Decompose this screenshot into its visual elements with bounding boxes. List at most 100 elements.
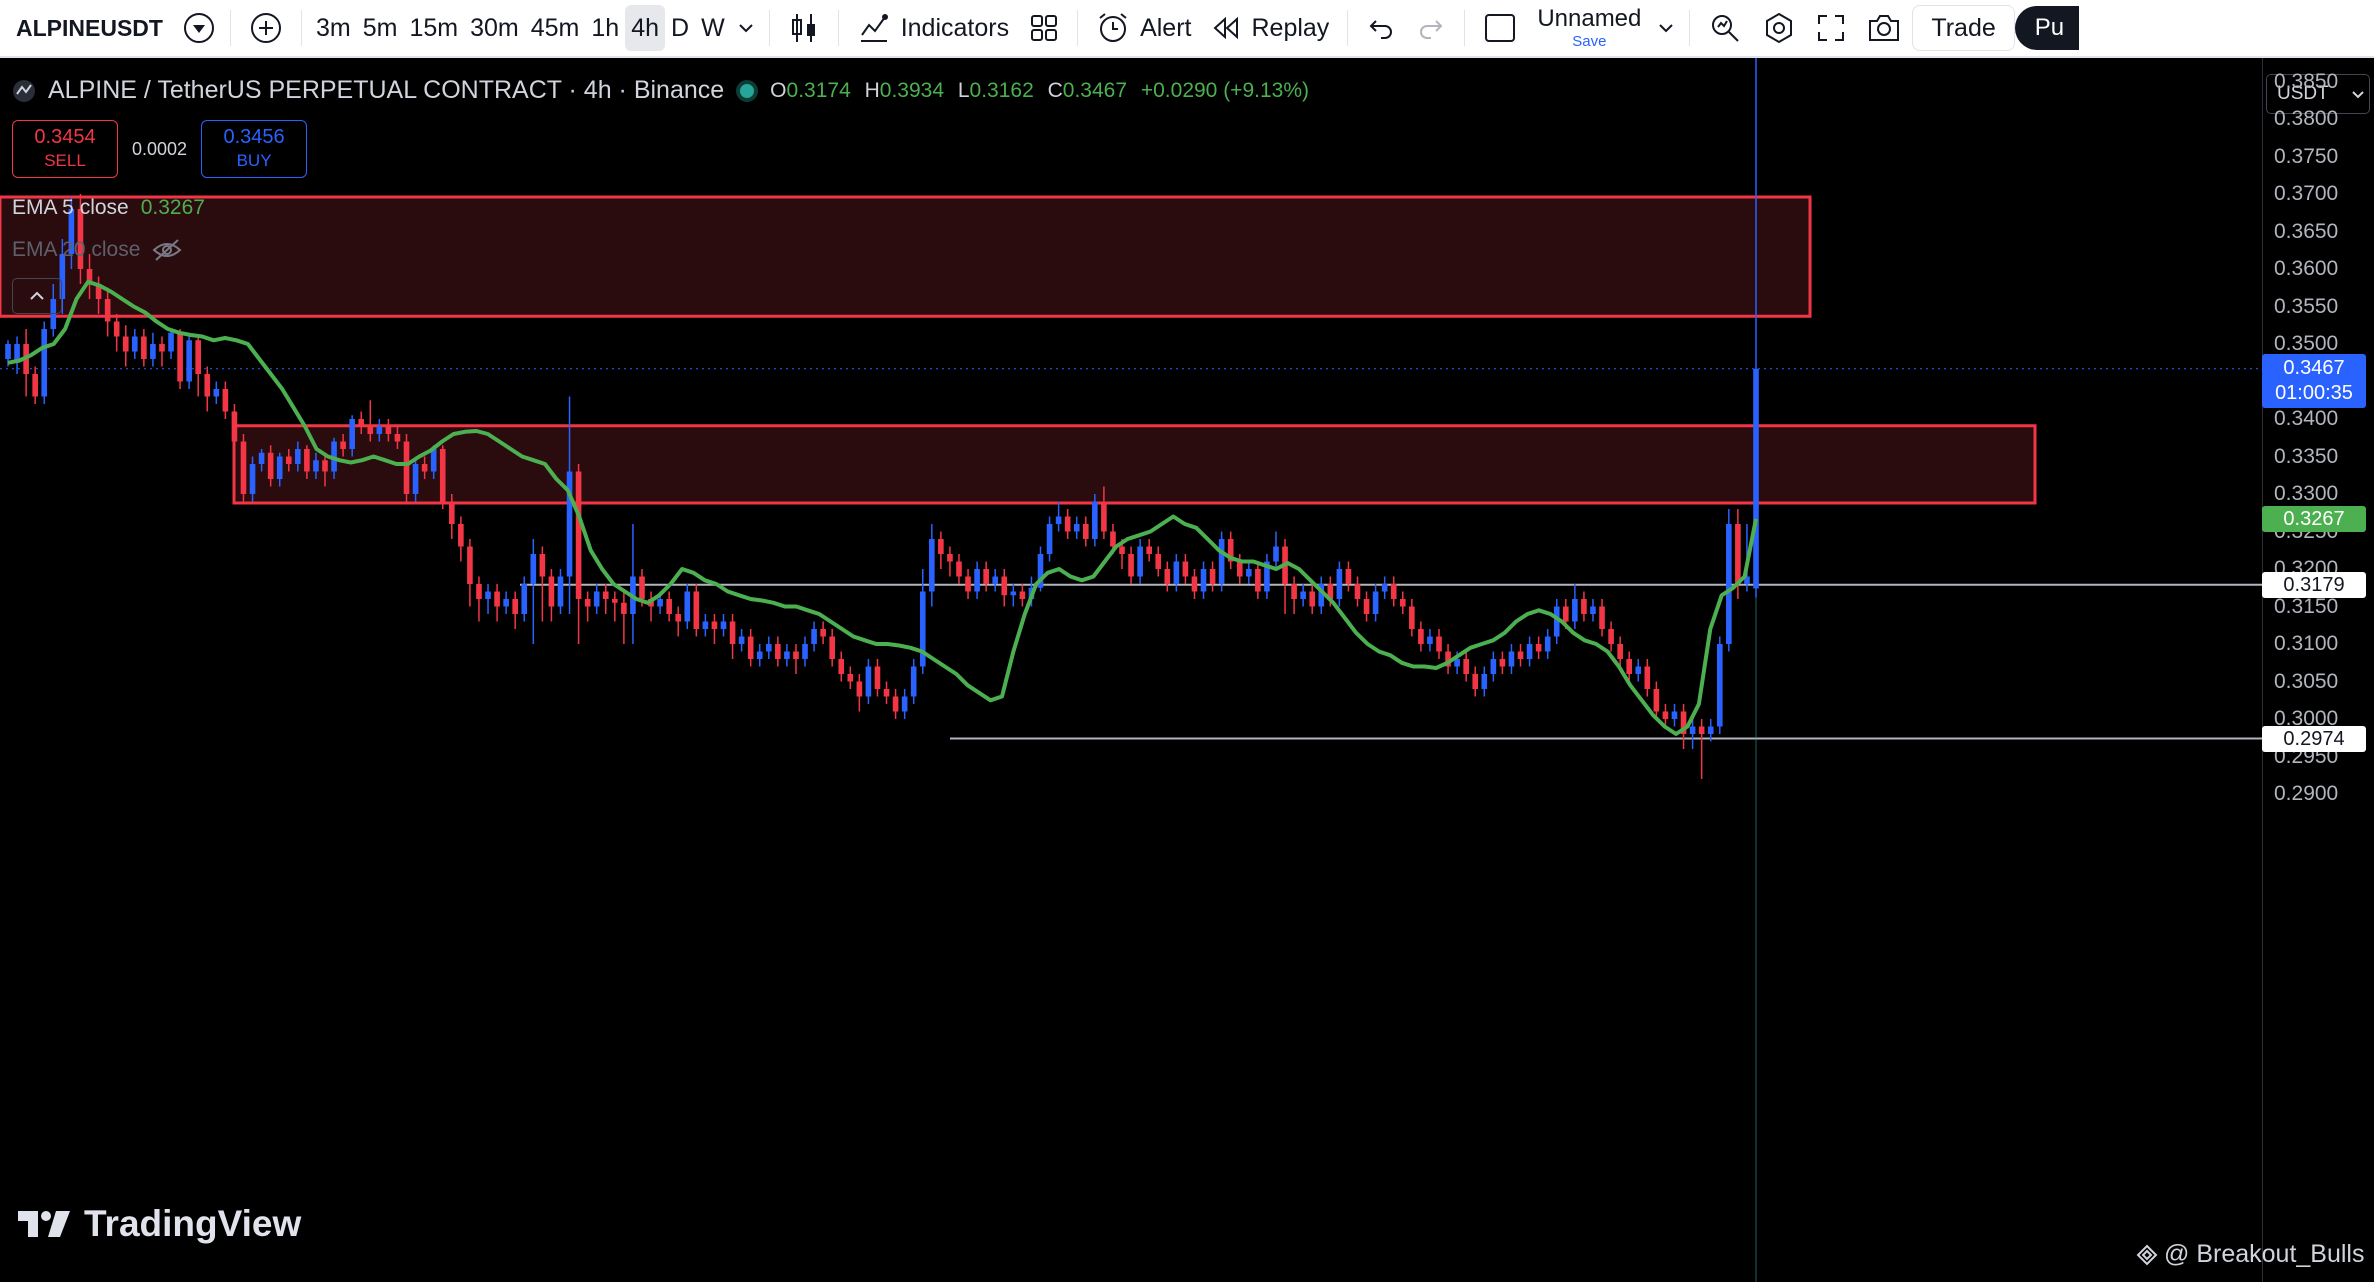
rewind-icon (1213, 16, 1239, 40)
interval-1h[interactable]: 1h (585, 5, 625, 51)
ema20-legend[interactable]: EMA 20 close (12, 238, 182, 262)
candle-body (657, 599, 663, 607)
change-value: +0.0290 (+9.13%) (1140, 78, 1309, 102)
candle-body (1191, 576, 1198, 592)
buy-button[interactable]: 0.3456 BUY (201, 120, 308, 178)
candle-body (1209, 569, 1216, 584)
candle-body (1092, 501, 1098, 539)
interval-15m[interactable]: 15m (403, 5, 464, 51)
layout-name-button[interactable]: Unnamed Save (1527, 5, 1651, 51)
candle-body (1707, 726, 1714, 734)
price-scale-label: 0.3800 (2274, 107, 2339, 130)
indicators-button[interactable]: Indicators (847, 5, 1019, 51)
candle-body (1155, 554, 1162, 569)
candle-body (1073, 524, 1080, 532)
symbol-options-button[interactable] (176, 5, 222, 51)
price-chart[interactable] (0, 58, 2262, 1282)
candle-body (512, 599, 518, 614)
interval-d[interactable]: D (665, 5, 695, 51)
interval-30m[interactable]: 30m (464, 5, 525, 51)
candle-body (1517, 651, 1524, 659)
chart-type-button[interactable] (778, 5, 830, 51)
top-toolbar: ALPINEUSDT 3m 5m 15m 30m 45m 1h 4h D W I… (0, 0, 2374, 58)
layout-select-checkbox[interactable] (1473, 5, 1527, 51)
compare-symbol-button[interactable] (239, 5, 293, 51)
candle-body (1010, 591, 1017, 596)
candle-body (956, 561, 962, 577)
templates-button[interactable] (1019, 5, 1069, 51)
candle-body (1499, 659, 1506, 667)
candle-body (684, 591, 691, 622)
candle-body (1390, 584, 1397, 599)
publish-button[interactable]: Pu (2014, 6, 2079, 50)
fullscreen-button[interactable] (1806, 5, 1856, 51)
time-scale[interactable] (0, 1270, 2262, 1282)
candle-body (548, 576, 555, 607)
toolbar-divider (768, 10, 770, 46)
candle-body (1128, 554, 1134, 577)
supply-zone (0, 195, 1812, 318)
candle-body (1218, 539, 1225, 584)
interval-dropdown-button[interactable] (731, 5, 761, 51)
interval-45m[interactable]: 45m (525, 5, 586, 51)
shield-check-icon (184, 13, 214, 43)
candle-body (910, 666, 917, 697)
trade-button[interactable]: Trade (1912, 5, 2015, 51)
collapse-legend-button[interactable] (12, 278, 62, 314)
close-value: 0.3467 (1062, 78, 1128, 102)
alarm-clock-icon (1099, 13, 1127, 42)
candle-body (1608, 629, 1614, 644)
candle-body (113, 321, 120, 337)
settings-button[interactable] (1752, 5, 1806, 51)
candle-body (929, 539, 935, 592)
candle-body (1689, 726, 1696, 734)
interval-w[interactable]: W (695, 5, 731, 51)
quick-search-button[interactable] (1698, 5, 1752, 51)
price-scale-label: 0.3400 (2274, 407, 2339, 430)
candle-body (1726, 524, 1732, 644)
candle-body (249, 464, 256, 494)
candle-body (1001, 576, 1008, 596)
alert-button[interactable]: Alert (1086, 5, 1201, 51)
ema5-legend[interactable]: EMA 5 close 0.3267 (12, 196, 205, 220)
candle-body (322, 460, 328, 472)
chevron-down-icon (738, 24, 753, 33)
market-status-indicator[interactable] (736, 79, 759, 102)
price-scale-label: 0.3750 (2274, 144, 2339, 168)
interval-5m[interactable]: 5m (357, 5, 404, 51)
price-scale-label: 0.3350 (2274, 444, 2339, 468)
interval-3m[interactable]: 3m (310, 5, 357, 51)
eye-hidden-icon[interactable] (152, 238, 182, 262)
indicators-label: Indicators (900, 13, 1010, 42)
candle-body (947, 554, 953, 562)
redo-button[interactable] (1406, 5, 1456, 51)
price-scale-label: 0.3600 (2274, 257, 2339, 280)
price-scale-label: 0.3550 (2274, 294, 2339, 318)
candle-body (358, 419, 365, 427)
toolbar-divider (301, 10, 302, 46)
candle-body (675, 614, 682, 622)
symbol-search-button[interactable]: ALPINEUSDT (0, 5, 176, 51)
price-scale-label: 0.3300 (2274, 482, 2339, 505)
ema5-value: 0.3267 (140, 196, 205, 219)
candle-body (593, 591, 600, 607)
price-scale-label: 0.3050 (2274, 669, 2339, 693)
candle-body (901, 696, 908, 712)
high-value: 0.3934 (879, 78, 944, 102)
snapshot-button[interactable] (1856, 5, 1912, 51)
candle-body (1535, 644, 1542, 652)
layout-dropdown-button[interactable] (1651, 5, 1681, 51)
undo-button[interactable] (1356, 5, 1406, 51)
sell-button[interactable]: 0.3454 SELL (12, 120, 118, 178)
interval-4h[interactable]: 4h (625, 5, 666, 51)
candle-body (1399, 599, 1406, 607)
sell-price: 0.3454 (34, 126, 96, 148)
candle-body (458, 524, 464, 547)
candle-body (1671, 711, 1678, 719)
candle-body (41, 329, 48, 397)
layout-save-link[interactable]: Save (1572, 34, 1606, 49)
candle-body (159, 344, 165, 352)
candle-body (240, 441, 247, 494)
replay-button[interactable]: Replay (1201, 5, 1339, 51)
low-value: 0.3162 (969, 78, 1034, 102)
